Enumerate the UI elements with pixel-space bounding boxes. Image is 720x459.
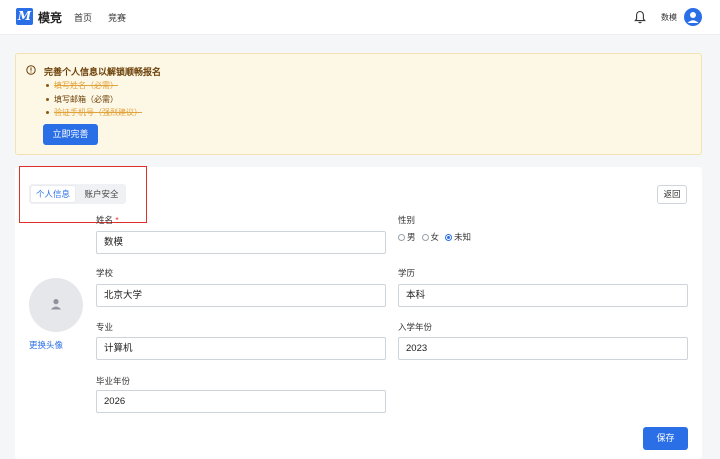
name-label: 姓名 * xyxy=(96,214,119,226)
profile-incomplete-alert: 完善个人信息以解锁顺畅报名 填写姓名（必需） 填写邮箱（必需） 验证手机号（强烈… xyxy=(15,53,702,155)
gender-option-label: 男 xyxy=(407,232,416,242)
alert-title: 完善个人信息以解锁顺畅报名 xyxy=(44,67,162,77)
graduation-year-field[interactable]: 2026 xyxy=(96,390,386,413)
school-field[interactable]: 北京大学 xyxy=(96,284,386,307)
required-mark: * xyxy=(115,215,119,225)
alert-checklist: 填写姓名（必需） 填写邮箱（必需） 验证手机号（强烈建议） xyxy=(46,79,142,120)
gender-option-female[interactable]: 女 xyxy=(421,231,440,243)
alert-item-name: 填写姓名（必需） xyxy=(46,79,142,93)
major-field[interactable]: 计算机 xyxy=(96,337,386,360)
user-placeholder-icon xyxy=(50,299,62,310)
tabs-highlight-box xyxy=(19,166,147,223)
warning-circle-icon xyxy=(26,65,36,75)
complete-now-button[interactable]: 立即完善 xyxy=(43,124,98,145)
profile-avatar[interactable] xyxy=(29,278,83,332)
user-icon xyxy=(687,12,699,23)
gender-option-unknown[interactable]: 未知 xyxy=(445,231,471,243)
radio-dot xyxy=(398,233,405,241)
user-avatar[interactable] xyxy=(684,8,702,26)
enrollment-year-field[interactable]: 2023 xyxy=(398,337,688,360)
education-field[interactable]: 本科 xyxy=(398,284,688,307)
graduation-year-label: 毕业年份 xyxy=(96,376,131,386)
save-button[interactable]: 保存 xyxy=(643,427,688,450)
name-label-text: 姓名 xyxy=(96,215,114,225)
alert-item-email: 填写邮箱（必需） xyxy=(46,93,142,107)
logo-icon[interactable]: M xyxy=(16,8,33,25)
change-avatar-link[interactable]: 更换头像 xyxy=(29,339,63,351)
back-button[interactable]: 返回 xyxy=(657,185,687,204)
education-label: 学历 xyxy=(398,268,416,278)
app-name[interactable]: 模竞 xyxy=(38,9,62,26)
gender-radio-group: 男 女 未知 xyxy=(398,231,471,243)
radio-dot xyxy=(445,233,453,241)
gender-option-male[interactable]: 男 xyxy=(398,231,416,243)
gender-option-label: 女 xyxy=(430,232,440,242)
nav-competition-link[interactable]: 竞赛 xyxy=(108,11,126,24)
bell-icon[interactable] xyxy=(634,10,646,24)
gender-option-label: 未知 xyxy=(454,232,472,242)
top-navbar: M 模竞 首页 竞赛 数模 xyxy=(0,0,720,35)
user-name[interactable]: 数模 xyxy=(661,12,677,23)
nav-home-link[interactable]: 首页 xyxy=(74,11,92,24)
major-label: 专业 xyxy=(96,322,114,332)
alert-item-phone: 验证手机号（强烈建议） xyxy=(46,106,142,120)
gender-label: 性别 xyxy=(398,215,416,225)
school-label: 学校 xyxy=(96,268,114,278)
name-field[interactable]: 数模 xyxy=(96,231,386,254)
enrollment-year-label: 入学年份 xyxy=(398,322,433,332)
radio-dot xyxy=(421,233,429,241)
